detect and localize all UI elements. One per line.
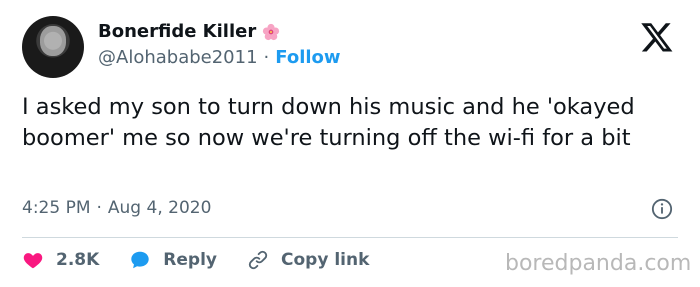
copy-link-label: Copy link [281,250,370,270]
reply-label: Reply [163,250,217,270]
handle-separator: · [263,47,270,68]
like-count: 2.8K [56,250,100,270]
avatar[interactable] [22,16,84,78]
tweet-timestamp[interactable]: 4:25 PM · Aug 4, 2020 [22,198,211,218]
follow-button[interactable]: Follow [275,47,340,68]
link-icon [248,250,268,270]
tweet-text: I asked my son to turn down his music an… [22,94,635,151]
x-logo-icon[interactable] [640,20,674,54]
heart-icon [23,253,43,269]
author-row: Bonerfide Killer [98,21,280,42]
reply-bubble-icon [131,251,150,269]
timestamp-separator: · [96,198,102,218]
author-name[interactable]: Bonerfide Killer [98,21,256,42]
reply-button[interactable]: Reply [129,249,217,271]
divider [22,237,678,238]
like-button[interactable]: 2.8K [22,249,99,271]
copy-link-button[interactable]: Copy link [247,249,369,271]
hibiscus-icon [263,23,280,40]
watermark: boredpanda.com [505,251,692,276]
action-bar: 2.8K Reply Copy link [22,249,399,271]
tweet-date: Aug 4, 2020 [107,198,212,218]
handle-row: @Alohababe2011 · Follow [98,47,341,68]
tweet-time: 4:25 PM [22,198,91,218]
author-handle[interactable]: @Alohababe2011 [98,47,258,68]
info-icon[interactable] [651,198,673,220]
